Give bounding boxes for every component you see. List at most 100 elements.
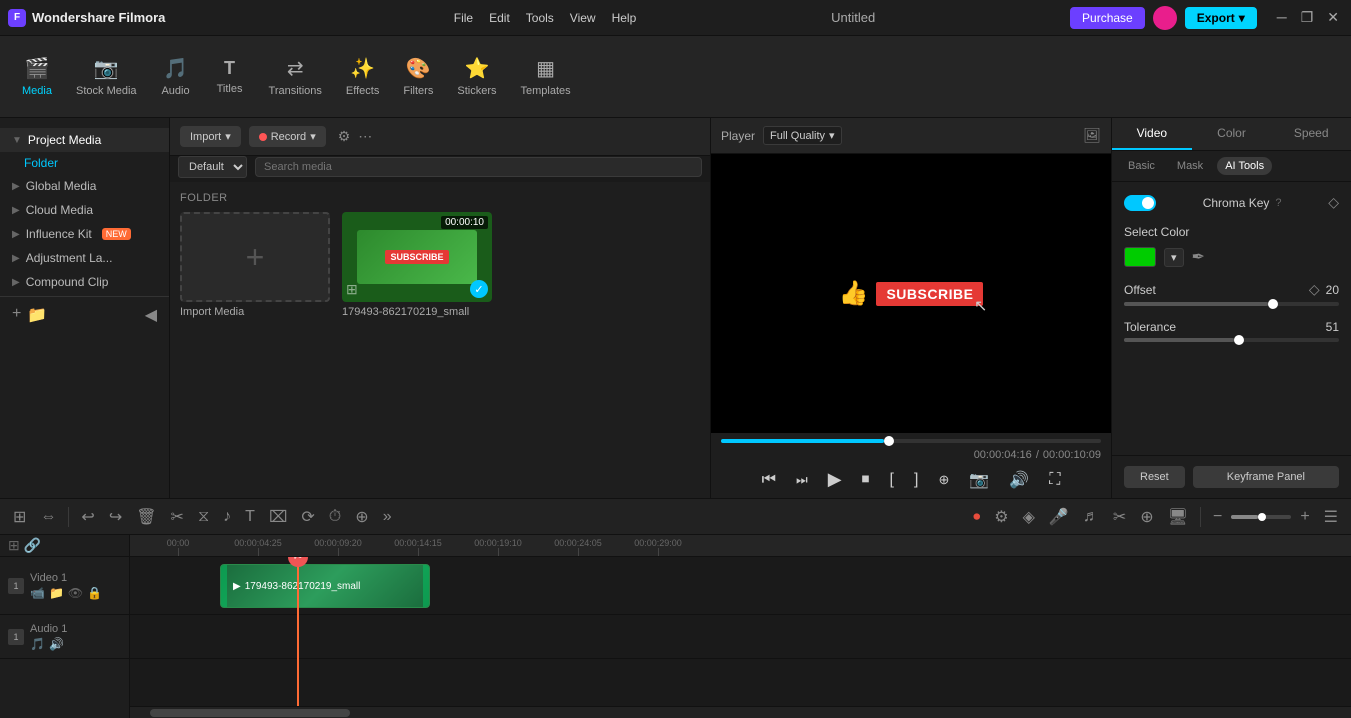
tool-transitions[interactable]: ⇄ Transitions (259, 50, 332, 103)
menu-tools[interactable]: Tools (526, 11, 554, 25)
sidebar-item-project-media[interactable]: ▼ Project Media (0, 128, 169, 152)
minimize-button[interactable]: ─ (1273, 9, 1291, 26)
filter-icon[interactable]: ⚙ (338, 128, 351, 145)
sidebar-item-adjustment-la[interactable]: ▶ Adjustment La... (0, 246, 169, 270)
tl-effect-button[interactable]: ⊕ (1135, 505, 1158, 529)
sidebar-folder[interactable]: Folder (0, 152, 169, 174)
mark-in-button[interactable]: [ (886, 469, 898, 491)
video-media-item[interactable]: 00:00:10 ⊞ ✓ SUBSCRIBE 179493-862170219_… (342, 212, 492, 318)
search-input[interactable] (255, 157, 702, 177)
track-camera-icon[interactable]: 📹 (30, 586, 45, 600)
sidebar-item-global-media[interactable]: ▶ Global Media (0, 174, 169, 198)
tl-mic-button[interactable]: 🎤 (1044, 505, 1074, 529)
audio-icon-2[interactable]: 🎵 (30, 637, 45, 651)
tl-stabilize-button[interactable]: ⊕ (350, 505, 373, 529)
sort-select[interactable]: Default (178, 156, 247, 178)
add-track-icon[interactable]: ⊞ (8, 537, 20, 554)
stop-button[interactable]: ⏹ (858, 469, 874, 491)
tl-split-button[interactable]: ✂ (166, 505, 189, 529)
close-button[interactable]: ✕ (1323, 9, 1343, 26)
menu-help[interactable]: Help (612, 11, 637, 25)
tl-record-button[interactable]: ⏺ (968, 506, 985, 527)
volume-button[interactable]: 🔊 (1005, 468, 1033, 492)
eyedropper-icon[interactable]: ✒ (1192, 247, 1205, 267)
track-eye-icon[interactable]: 👁 (68, 586, 83, 600)
offset-keyframe-icon[interactable]: ◇ (1309, 281, 1320, 298)
user-avatar[interactable] (1153, 6, 1177, 30)
purchase-button[interactable]: Purchase (1070, 7, 1145, 29)
color-swatch[interactable] (1124, 247, 1156, 267)
sidebar-item-cloud-media[interactable]: ▶ Cloud Media (0, 198, 169, 222)
quality-selector[interactable]: Full Quality ▾ (763, 126, 842, 145)
reset-button[interactable]: Reset (1124, 466, 1185, 488)
tl-redo-button[interactable]: ↪ (104, 505, 127, 529)
record-button[interactable]: Record ▾ (249, 126, 326, 147)
keyframe-diamond-icon[interactable]: ◇ (1328, 194, 1339, 211)
import-media-thumb[interactable]: + (180, 212, 330, 302)
tool-templates[interactable]: ▦ Templates (510, 50, 580, 103)
sub-tab-basic[interactable]: Basic (1120, 157, 1163, 175)
track-folder-icon[interactable]: 📁 (49, 586, 64, 600)
export-dropdown-icon[interactable]: ▾ (1239, 11, 1245, 25)
color-dropdown[interactable]: ▾ (1164, 248, 1184, 267)
tl-settings-button[interactable]: ⚙ (989, 505, 1013, 529)
add-folder-icon[interactable]: + (12, 305, 21, 325)
tl-zoom-out-button[interactable]: − (1208, 506, 1227, 528)
fullscreen-button[interactable]: ⛶ (1045, 469, 1064, 491)
tl-paint-button[interactable]: ⌧ (264, 505, 292, 529)
tool-stickers[interactable]: ⭐ Stickers (447, 50, 506, 103)
timeline-scrollbar[interactable] (130, 706, 1351, 718)
menu-view[interactable]: View (570, 11, 596, 25)
tl-speed-button[interactable]: ⏱ (324, 506, 346, 528)
tl-text-button[interactable]: T (240, 506, 260, 528)
tl-screen-button[interactable]: 🖥 (1163, 505, 1193, 529)
tab-color[interactable]: Color (1192, 118, 1272, 150)
tool-filters[interactable]: 🎨 Filters (393, 50, 443, 103)
sidebar-item-influence-kit[interactable]: ▶ Influence Kit NEW (0, 222, 169, 246)
zoom-thumb[interactable] (1258, 513, 1266, 521)
tl-undo-button[interactable]: ↩ (76, 505, 99, 529)
tool-stock-media[interactable]: 📷 Stock Media (66, 50, 147, 103)
play-button[interactable]: ▶ (824, 467, 846, 492)
more-options-icon[interactable]: ⋯ (358, 128, 372, 145)
menu-file[interactable]: File (454, 11, 473, 25)
progress-thumb[interactable] (884, 436, 894, 446)
tl-link-button[interactable]: ⇔ (35, 506, 61, 528)
sidebar-item-compound-clip[interactable]: ▶ Compound Clip (0, 270, 169, 294)
tl-more-button[interactable]: » (378, 506, 397, 528)
tl-snap-button[interactable]: ⊞ (8, 505, 31, 529)
tolerance-thumb[interactable] (1234, 335, 1244, 345)
chroma-key-toggle[interactable] (1124, 195, 1156, 211)
maximize-button[interactable]: ❐ (1297, 9, 1318, 26)
add-to-timeline-button[interactable]: ⊕ (934, 470, 953, 490)
tl-layout-button[interactable]: ☰ (1319, 505, 1343, 529)
keyframe-panel-button[interactable]: Keyframe Panel (1193, 466, 1339, 488)
tl-ai-cut-button[interactable]: ✂ (1108, 505, 1131, 529)
menu-edit[interactable]: Edit (489, 11, 510, 25)
link-clip-icon[interactable]: 🔗 (24, 537, 41, 554)
tool-audio[interactable]: 🎵 Audio (151, 50, 201, 103)
zoom-slider[interactable] (1231, 515, 1291, 519)
tl-audio-button[interactable]: ♪ (218, 506, 236, 528)
tab-video[interactable]: Video (1112, 118, 1192, 150)
player-progress-bar[interactable] (721, 439, 1101, 443)
tab-speed[interactable]: Speed (1271, 118, 1351, 150)
audio-mute-icon[interactable]: 🔊 (49, 637, 64, 651)
tl-mark-button[interactable]: ◈ (1018, 505, 1040, 529)
step-back-button[interactable]: ⏭ (792, 470, 812, 490)
tolerance-slider[interactable] (1124, 338, 1339, 342)
sub-tab-mask[interactable]: Mask (1169, 157, 1211, 175)
folder-icon[interactable]: 📁 (27, 305, 47, 325)
offset-thumb[interactable] (1268, 299, 1278, 309)
rewind-button[interactable]: ⏮ (758, 469, 780, 491)
help-icon[interactable]: ? (1275, 197, 1281, 209)
camera-snapshot-button[interactable]: 📷 (965, 468, 993, 492)
tl-crop-button[interactable]: ⧖ (193, 506, 214, 528)
export-button[interactable]: Export ▾ (1185, 7, 1257, 29)
tl-rotate-button[interactable]: ⟳ (296, 505, 319, 529)
tool-effects[interactable]: ✨ Effects (336, 50, 389, 103)
video-clip[interactable]: ▶ 179493-862170219_small (220, 564, 430, 608)
tool-media[interactable]: 🎬 Media (12, 50, 62, 103)
player-settings-icon[interactable]: 🖼 (1083, 127, 1101, 144)
sub-tab-ai-tools[interactable]: AI Tools (1217, 157, 1272, 175)
